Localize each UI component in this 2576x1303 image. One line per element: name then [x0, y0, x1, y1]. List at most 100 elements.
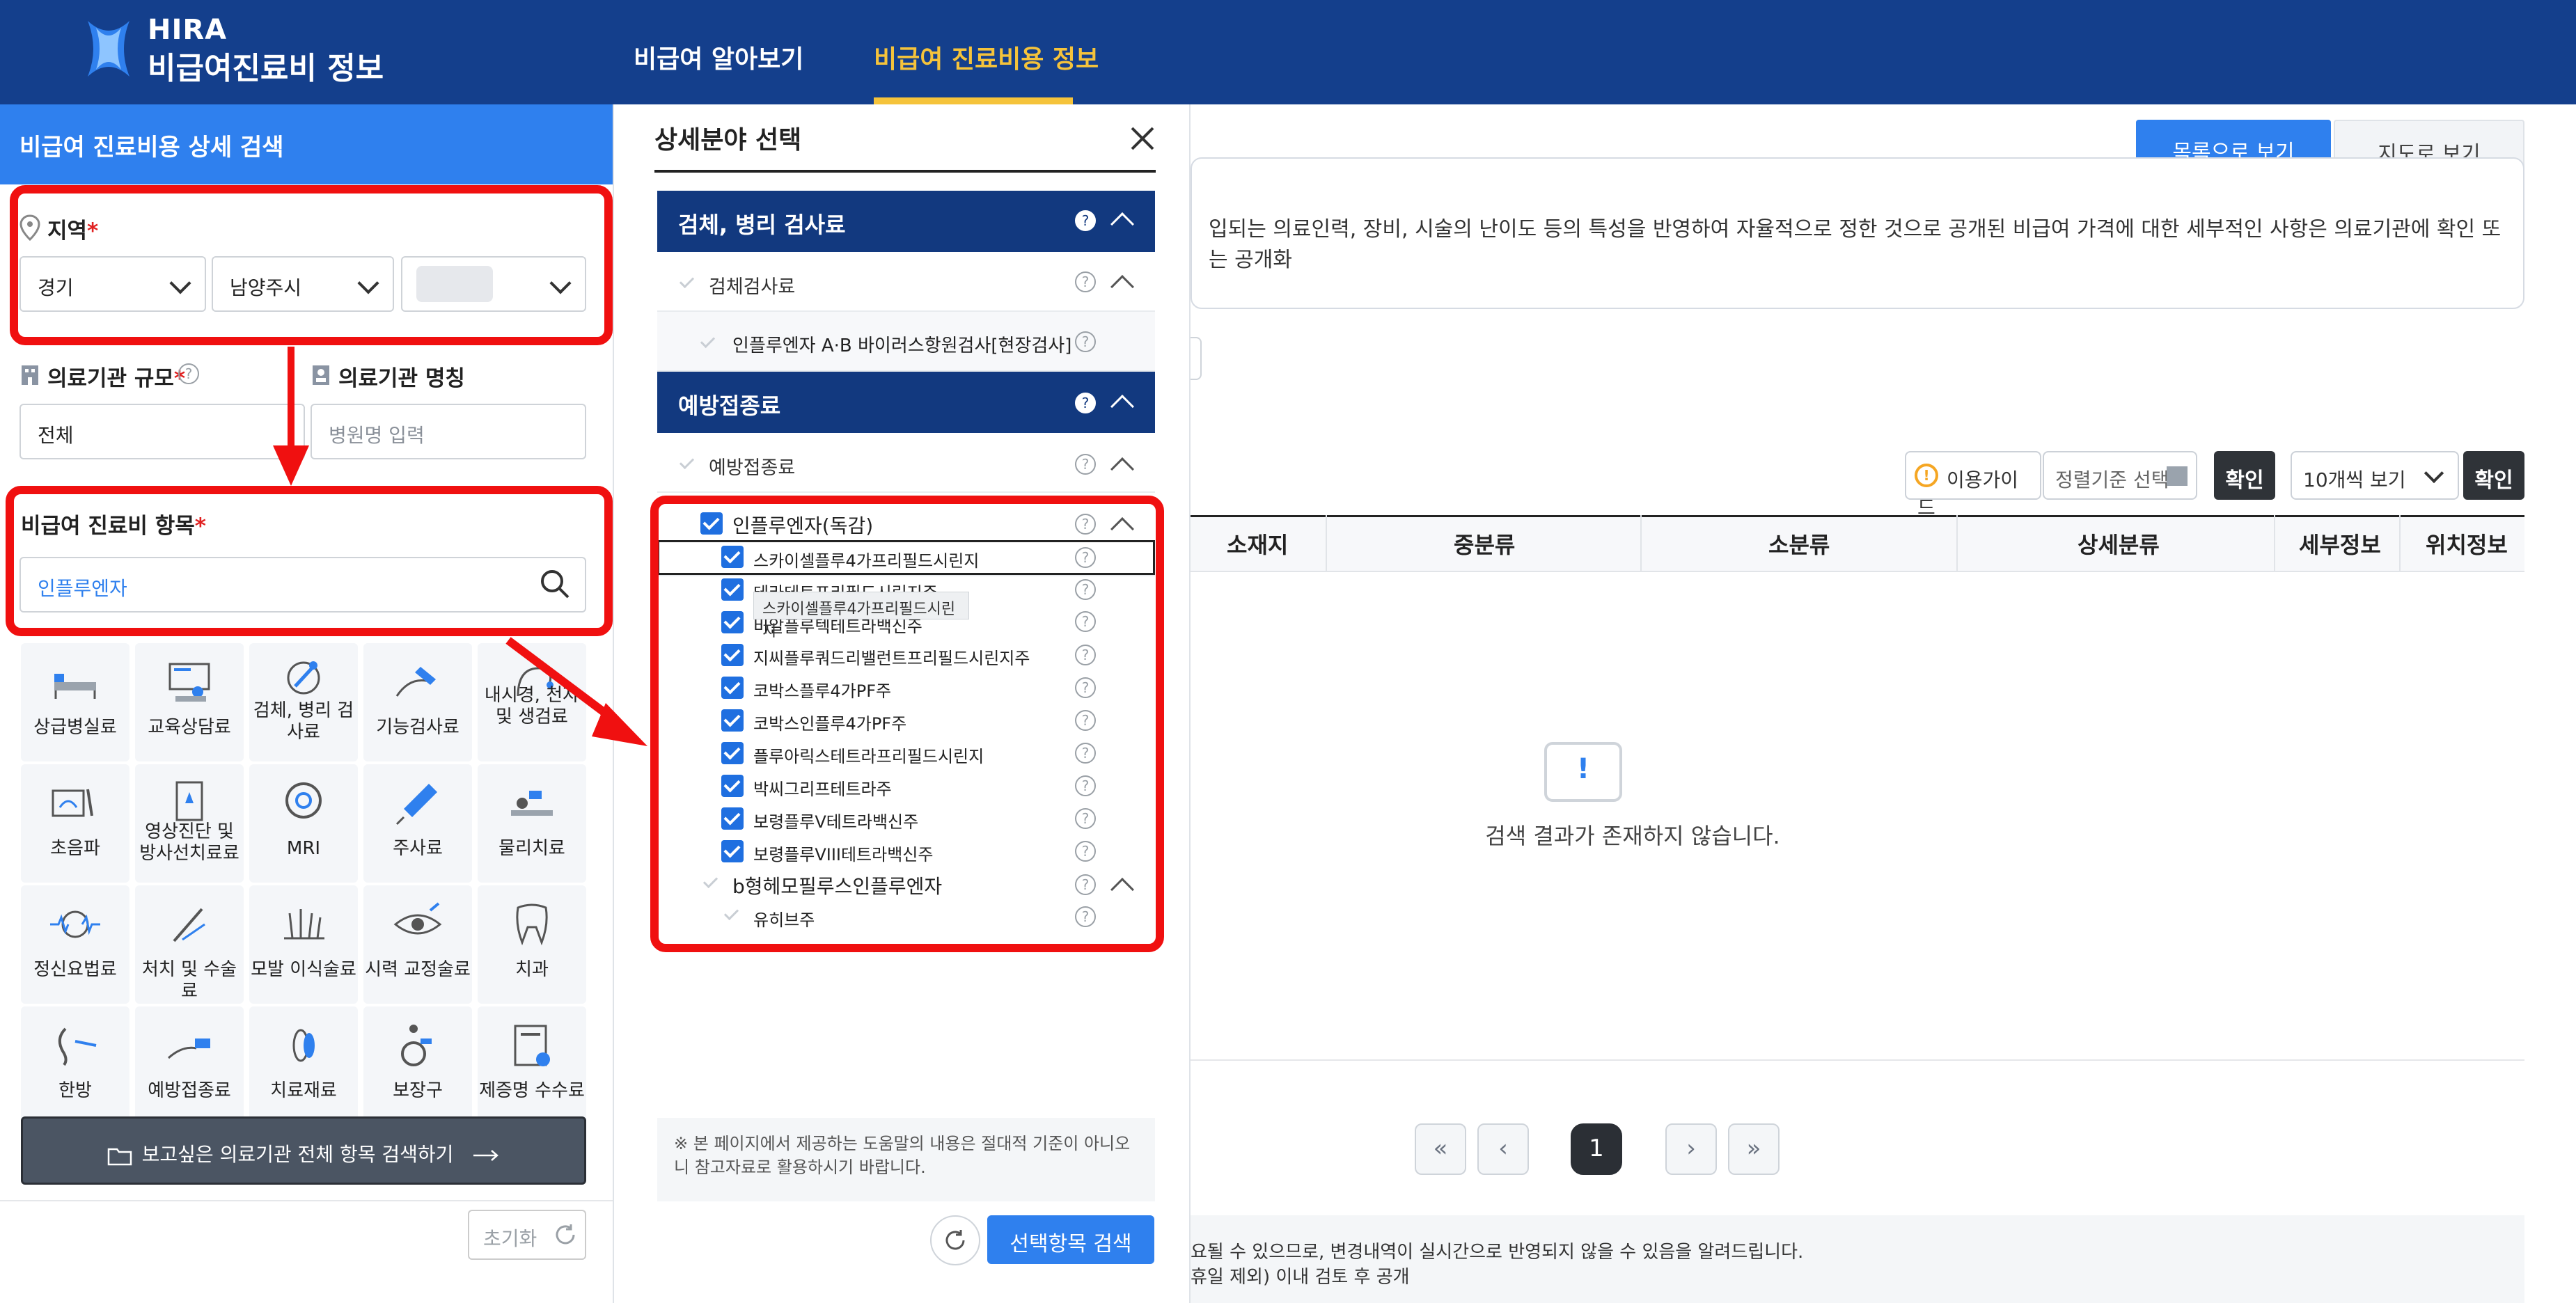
hair-icon — [284, 909, 324, 940]
category-consultation[interactable]: 교육상담료 — [135, 643, 244, 761]
usage-guide-button[interactable]: ! 이용가이드 — [1905, 451, 2041, 519]
help-icon[interactable]: ? — [178, 363, 199, 384]
tooth-icon — [516, 903, 548, 946]
empty-message: 검색 결과가 존재하지 않습니다. — [1485, 823, 1780, 849]
sort-confirm-button[interactable]: 확인 — [2214, 451, 2275, 500]
help-icon[interactable]: ? — [1075, 271, 1096, 292]
th-sub-category: 소분류 — [1768, 532, 1830, 558]
notice-box: 입되는 의료인력, 장비, 시술의 난이도 등의 특성을 반영하여 자율적으로 … — [1191, 157, 2524, 309]
th-detail-category: 상세분류 — [2078, 532, 2160, 558]
item-search-input[interactable]: 인플루엔자 — [19, 557, 586, 613]
material-icon — [292, 1029, 315, 1062]
selected-search-button[interactable]: 선택항목 검색 — [987, 1215, 1154, 1264]
category-hair-transplant[interactable]: 모발 이식술료 — [249, 885, 358, 1004]
help-icon[interactable]: ? — [1075, 331, 1096, 352]
th-separator — [1326, 515, 1327, 572]
physical-therapy-icon — [511, 791, 553, 816]
item-label: 비급여 진료비 항목* — [21, 514, 206, 539]
city-select[interactable]: 남양주시 — [212, 256, 394, 312]
surgery-icon — [173, 908, 205, 942]
help-icon[interactable]: ? — [1075, 454, 1096, 475]
sort-select[interactable]: 정렬기준 선택 — [2043, 451, 2197, 500]
category-vaccination[interactable]: 예방접종료 — [135, 1006, 244, 1125]
logo-hira-text: HIRA — [148, 14, 228, 46]
per-page-confirm-button[interactable]: 확인 — [2463, 451, 2524, 500]
category-vision-correction[interactable]: 시력 교정술료 — [363, 885, 472, 1004]
bed-icon — [54, 674, 96, 699]
category-ultrasound[interactable]: 초음파 — [21, 764, 129, 883]
category-oriental-medicine[interactable]: 한방 — [21, 1006, 129, 1125]
person-icon — [313, 365, 329, 385]
category-function-test[interactable]: 기능검사료 — [363, 643, 472, 761]
modal-disclaimer: ※ 본 페이지에서 제공하는 도움말의 내용은 절대적 기준이 아니오니 참고자… — [657, 1118, 1155, 1201]
modal-reset-button[interactable] — [930, 1215, 980, 1265]
th-mid-category: 중분류 — [1454, 532, 1516, 558]
left-panel-title: 비급여 진료비용 상세 검색 — [0, 104, 613, 184]
th-separator — [2399, 515, 2401, 572]
category-psychotherapy[interactable]: 정신요법료 — [21, 885, 129, 1004]
per-page-select[interactable]: 10개씩 보기 — [2291, 451, 2459, 500]
district-select[interactable] — [401, 256, 586, 312]
footer-line-1: 요될 수 있으므로, 변경내역이 실시간으로 반영되지 않을 수 있음을 알려드… — [1191, 1242, 1804, 1263]
category-radiation[interactable]: 영상진단 및 방사선치료료 — [135, 764, 244, 883]
institution-name-input[interactable]: 병원명 입력 — [311, 404, 586, 459]
results-divider — [1191, 1059, 2524, 1061]
chevron-down-icon — [357, 272, 379, 294]
page-current[interactable]: 1 — [1571, 1123, 1622, 1175]
th-separator — [2274, 515, 2275, 572]
category-assistive-device[interactable]: 보장구 — [363, 1006, 472, 1125]
page-first-button[interactable]: « — [1415, 1123, 1466, 1175]
nav-nonpayment-cost[interactable]: 비급여 진료비용 정보 — [874, 39, 1099, 75]
category-injection[interactable]: 주사료 — [363, 764, 472, 883]
chevron-down-icon — [549, 272, 572, 294]
ultrasound-icon — [52, 789, 93, 817]
chevron-down-icon — [2424, 463, 2444, 484]
institution-name-label: 의료기관 명칭 — [338, 366, 465, 391]
category-certificate[interactable]: 제증명 수수료 — [478, 1006, 586, 1125]
help-icon[interactable]: ? — [1075, 210, 1096, 231]
nav-active-underline — [874, 97, 1073, 104]
category-dental[interactable]: 치과 — [478, 885, 586, 1004]
nav-nonpayment-info[interactable]: 비급여 알아보기 — [634, 39, 803, 75]
province-select[interactable]: 경기 — [19, 256, 206, 312]
wheelchair-icon — [401, 1025, 432, 1066]
chevron-down-icon — [169, 272, 191, 294]
footer-line-2: 휴일 제외) 이내 검토 후 공개 — [1191, 1267, 1410, 1288]
eye-icon — [393, 902, 442, 935]
category-treatment-material[interactable]: 치료재료 — [249, 1006, 358, 1125]
logo-subtitle: 비급여진료비 정보 — [148, 51, 384, 86]
reset-button[interactable]: 초기화 — [468, 1210, 586, 1260]
close-icon[interactable] — [1129, 125, 1156, 152]
category-physical-therapy[interactable]: 물리치료 — [478, 764, 586, 883]
brainwave-icon — [50, 910, 100, 938]
th-detail-info: 세부정보 — [2299, 532, 2381, 558]
function-test-icon — [395, 667, 436, 697]
search-icon[interactable] — [539, 568, 571, 600]
hira-logo-icon[interactable] — [82, 15, 135, 82]
checkbox-empty[interactable] — [698, 333, 718, 354]
acupuncture-icon — [58, 1027, 97, 1066]
scale-select[interactable]: 전체 — [19, 404, 305, 459]
help-icon[interactable]: ? — [1075, 393, 1096, 413]
category-mri[interactable]: MRI — [249, 764, 358, 883]
th-location: 소재지 — [1227, 532, 1289, 558]
page-last-button[interactable]: » — [1728, 1123, 1780, 1175]
list-icon — [2167, 466, 2188, 486]
checkbox-empty[interactable] — [677, 454, 698, 475]
modal-title: 상세분야 선택 — [654, 126, 802, 155]
scale-label: 의료기관 규모* — [47, 366, 186, 391]
category-endoscope[interactable]: 내시경, 천자 및 생검료 — [478, 643, 586, 761]
checkbox-empty[interactable] — [677, 273, 698, 294]
category-surgery[interactable]: 처치 및 수술료 — [135, 885, 244, 1004]
mri-icon — [285, 782, 322, 819]
category-specimen[interactable]: 검체, 병리 검사료 — [249, 643, 358, 761]
certificate-icon — [514, 1025, 550, 1066]
search-all-items-button[interactable]: 보고싶은 의료기관 전체 항목 검색하기 — [21, 1116, 586, 1185]
location-pin-icon — [19, 214, 40, 241]
page-next-button[interactable]: › — [1665, 1123, 1717, 1175]
page-prev-button[interactable]: ‹ — [1477, 1123, 1529, 1175]
arrow-right-icon — [473, 1150, 499, 1161]
modal-title-rule — [654, 170, 1156, 173]
left-divider — [0, 1200, 613, 1201]
category-bed[interactable]: 상급병실료 — [21, 643, 129, 761]
